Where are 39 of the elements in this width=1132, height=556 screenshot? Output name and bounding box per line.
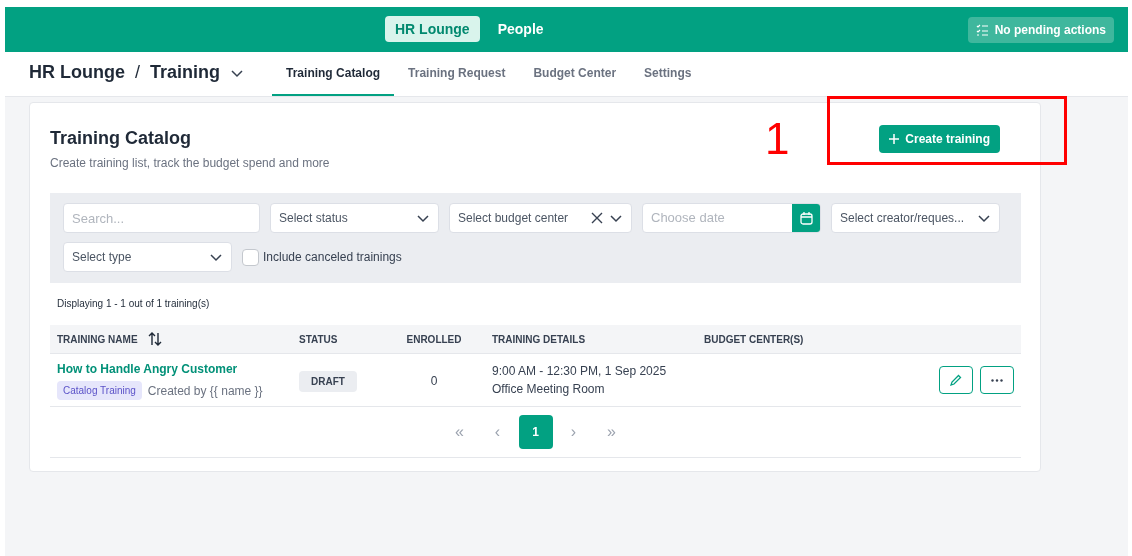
checkbox-label: Include canceled trainings — [263, 249, 402, 266]
column-header: BUDGET CENTER(S) — [704, 333, 804, 345]
column-header: TRAINING NAME — [57, 332, 138, 347]
tab[interactable]: Settings — [630, 52, 706, 96]
create-training-button[interactable]: Create training — [879, 125, 1000, 153]
creator-text: Created by {{ name }} — [147, 382, 263, 400]
tab[interactable]: Training Request — [394, 52, 520, 96]
pending-actions-button[interactable]: No pending actions — [967, 16, 1114, 43]
results-summary: Displaying 1 - 1 out of 1 training(s) — [57, 297, 211, 311]
nav-tab[interactable]: People — [487, 16, 554, 42]
breadcrumb-current: Training — [150, 61, 221, 84]
next-page-button[interactable]: › — [556, 415, 591, 449]
training-tag: Catalog Training — [57, 381, 142, 400]
card-subtitle: Create training list, track the budget spend and more — [50, 155, 330, 172]
select-field[interactable]: Select status — [270, 203, 439, 233]
status-badge: DRAFT — [299, 371, 357, 392]
card-title: Training Catalog — [50, 127, 192, 150]
page-button[interactable]: 1 — [518, 415, 553, 449]
first-page-button[interactable]: « — [442, 415, 477, 449]
column-header: ENROLLED — [406, 333, 462, 345]
column-header: TRAINING DETAILS — [492, 333, 586, 345]
training-name-link[interactable]: How to Handle Angry Customer — [57, 360, 292, 378]
breadcrumb-separator: / — [135, 61, 140, 84]
select-field[interactable]: Select type — [63, 242, 232, 272]
training-location: Office Meeting Room — [492, 381, 606, 398]
previous-page-button[interactable]: ‹ — [480, 415, 515, 449]
search-field[interactable]: Search... — [63, 203, 260, 233]
nav-tab[interactable]: HR Lounge — [385, 16, 480, 42]
column-header: STATUS — [299, 333, 338, 345]
last-page-button[interactable]: » — [594, 415, 629, 449]
enrolled-count: 0 — [430, 374, 438, 388]
date-field[interactable]: Choose date — [642, 203, 821, 233]
select-field[interactable]: Select budget center — [449, 203, 632, 233]
training-time: 9:00 AM - 12:30 PM, 1 Sep 2025 — [492, 363, 668, 380]
select-field[interactable]: Select creator/reques... — [831, 203, 1000, 233]
tab[interactable]: Budget Center — [519, 52, 631, 96]
breadcrumb-link[interactable]: HR Lounge — [29, 59, 125, 86]
tab[interactable]: Training Catalog — [272, 52, 395, 96]
annotation-number: 1 — [765, 117, 790, 161]
